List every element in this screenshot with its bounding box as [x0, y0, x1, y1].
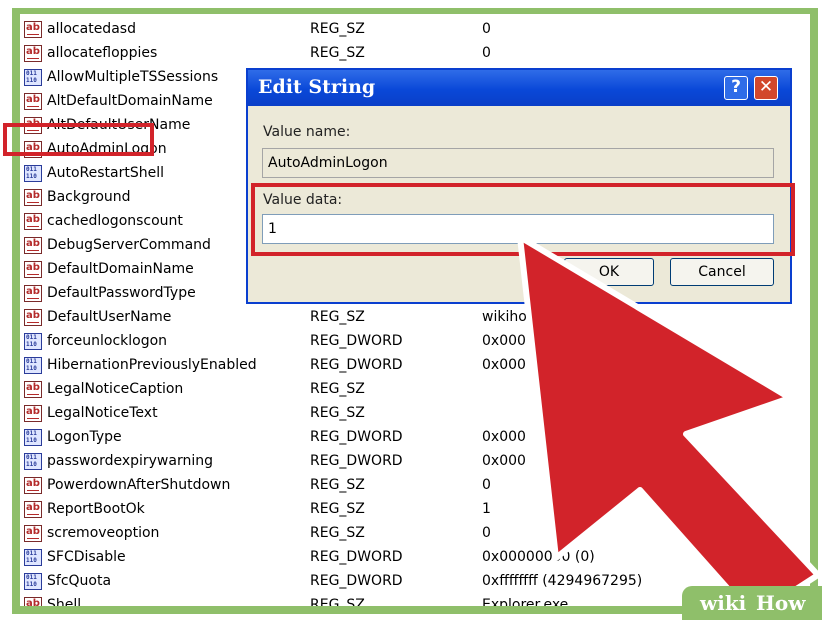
wikihow-watermark: wiki How: [682, 586, 822, 620]
pointer-arrow-icon: [517, 234, 821, 620]
